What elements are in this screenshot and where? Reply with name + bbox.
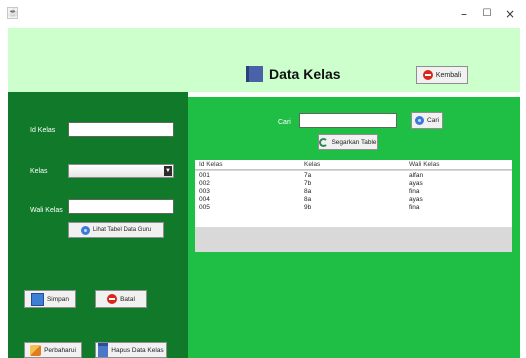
table-cell: 7b	[304, 180, 312, 187]
minimize-button[interactable]: –	[456, 6, 472, 22]
back-button-label: Kembali	[435, 71, 462, 79]
back-button[interactable]: Kembali	[416, 66, 468, 84]
refresh-icon	[319, 137, 329, 147]
back-icon	[422, 70, 433, 80]
table-cell: 003	[199, 188, 210, 195]
search-button[interactable]: Cari	[411, 112, 443, 129]
table-header	[195, 160, 512, 170]
update-button[interactable]: Perbaharui	[24, 342, 82, 358]
page-title-text: Data Kelas	[269, 66, 341, 82]
close-button[interactable]: ×	[502, 6, 518, 22]
table-row[interactable]: 005 9b fina	[195, 204, 512, 212]
search-input[interactable]	[299, 113, 397, 128]
table-cell: ayas	[409, 196, 423, 203]
table-cell: fina	[409, 188, 420, 195]
wali-kelas-field[interactable]	[68, 199, 174, 214]
table-cell: 9b	[304, 204, 312, 211]
id-kelas-label: Id Kelas	[30, 127, 56, 134]
id-kelas-field[interactable]	[68, 122, 174, 137]
page-title: Data Kelas	[246, 64, 341, 84]
search-icon	[415, 116, 425, 125]
table-cell: 005	[199, 204, 210, 211]
view-teacher-table-label: Lihat Tabel Data Guru	[92, 227, 152, 233]
save-button[interactable]: Simpan	[24, 290, 76, 308]
search-label: Cari	[278, 119, 291, 126]
table-cell: 004	[199, 196, 210, 203]
table-cell: ayas	[409, 180, 423, 187]
trash-icon	[98, 343, 109, 357]
title-bar	[0, 0, 526, 28]
maximize-button[interactable]: ☐	[479, 6, 495, 22]
table-row[interactable]: 003 8a fina	[195, 188, 512, 196]
table-row[interactable]: 001 7a alfan	[195, 172, 512, 180]
kelas-select[interactable]	[68, 164, 174, 178]
column-header-wali-kelas[interactable]: Wali Kelas	[409, 161, 439, 168]
table-cell: 001	[199, 172, 210, 179]
save-button-label: Simpan	[46, 295, 70, 303]
cancel-button-label: Batal	[120, 295, 135, 303]
view-teacher-table-button[interactable]: Lihat Tabel Data Guru	[68, 222, 164, 238]
column-header-kelas[interactable]: Kelas	[304, 161, 320, 168]
refresh-table-label: Segarkan Table	[331, 138, 377, 146]
book-icon	[246, 66, 263, 82]
table-cell: 7a	[304, 172, 312, 179]
table-cell: 002	[199, 180, 210, 187]
cancel-button[interactable]: Batal	[95, 290, 147, 308]
column-header-id-kelas[interactable]: Id Kelas	[199, 161, 223, 168]
pencil-icon	[30, 344, 42, 356]
kelas-label: Kelas	[30, 168, 48, 175]
table-cell: 8a	[304, 188, 312, 195]
cancel-icon	[107, 294, 118, 304]
chevron-down-icon[interactable]: ▼	[164, 166, 172, 176]
search-button-label: Cari	[427, 117, 439, 124]
java-app-icon: ☕	[7, 7, 18, 19]
save-icon	[30, 292, 44, 306]
refresh-table-button[interactable]: Segarkan Table	[318, 134, 378, 150]
update-button-label: Perbaharui	[44, 346, 76, 354]
search-icon	[80, 225, 90, 235]
delete-button[interactable]: Hapus Data Kelas	[95, 342, 167, 358]
table-cell: fina	[409, 204, 420, 211]
table-cell: 8a	[304, 196, 312, 203]
delete-button-label: Hapus Data Kelas	[111, 346, 164, 354]
wali-kelas-label: Wali Kelas	[30, 207, 63, 214]
table-row[interactable]: 002 7b ayas	[195, 180, 512, 188]
table-cell: alfan	[409, 172, 424, 179]
table-row[interactable]: 004 8a ayas	[195, 196, 512, 204]
